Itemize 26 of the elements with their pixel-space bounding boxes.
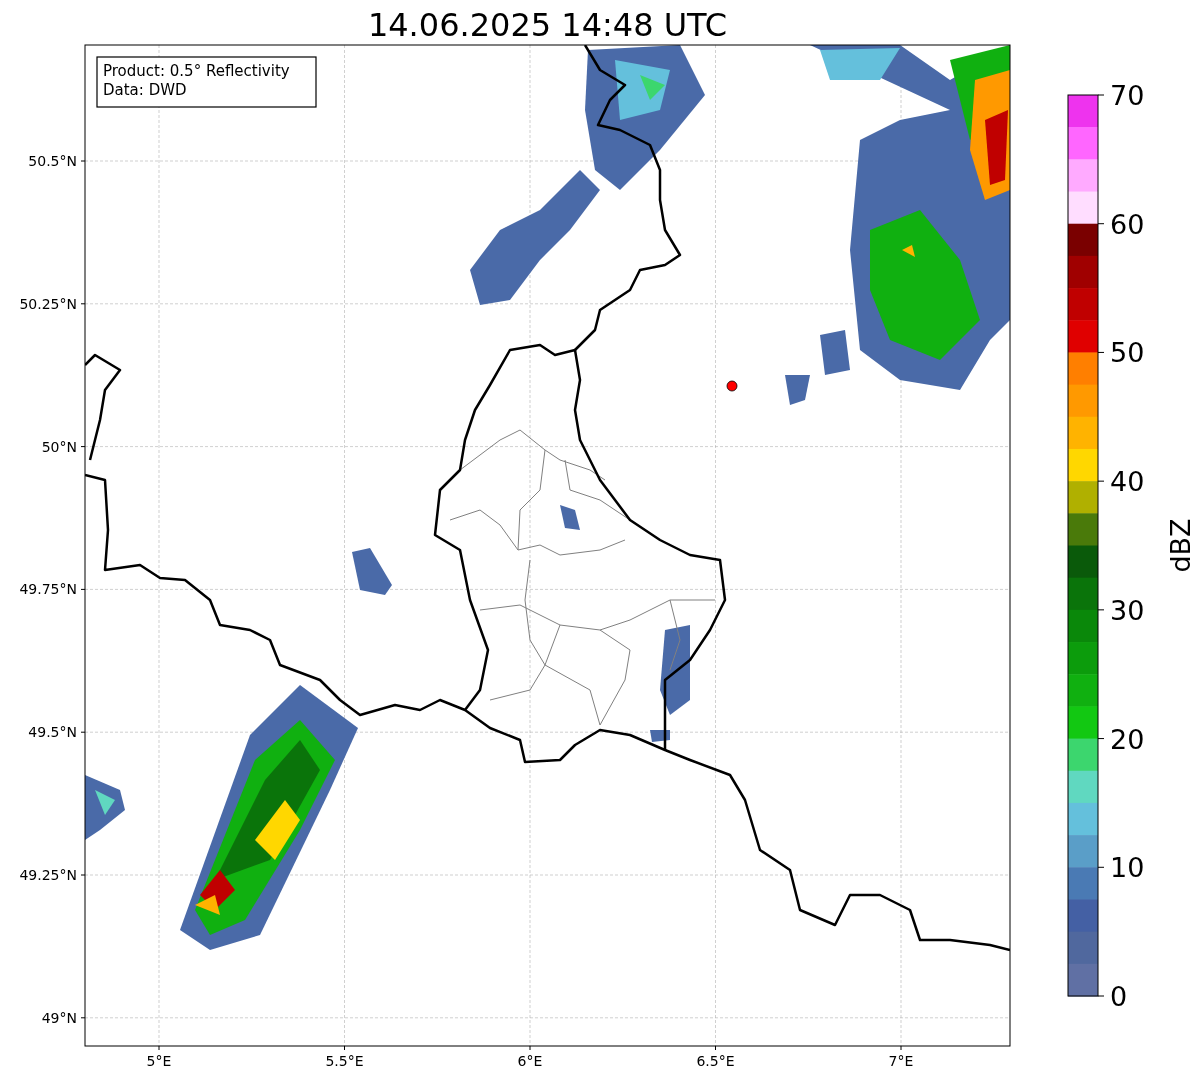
axis-tick-label: 49.5°N (28, 724, 77, 741)
axis-tick-label: 50.25°N (19, 295, 77, 312)
colorbar-tick-label: 60 (1110, 208, 1145, 240)
axis-tick-label: 6°E (517, 1053, 543, 1069)
axis-tick-label: 49°N (41, 1009, 77, 1026)
colorbar-tick-label: 10 (1110, 852, 1145, 884)
axis-tick-label: 5.5°E (325, 1053, 364, 1069)
axis-tick-label: 49.25°N (19, 867, 77, 883)
colorbar-tick-label: 30 (1110, 594, 1145, 626)
colorbar-tick-label: 70 (1110, 80, 1145, 111)
axis-tick-label: 50.5°N (28, 153, 77, 169)
colorbar-tick-label: 20 (1110, 723, 1145, 755)
axis-tick-label: 6.5°E (696, 1053, 735, 1069)
location-marker (726, 380, 738, 392)
axis-tick-label: 7°E (888, 1053, 914, 1069)
axis-tick-label: 5°E (146, 1053, 172, 1069)
colorbar-tick-label: 0 (1110, 981, 1128, 1012)
colorbar-tick-label: 40 (1110, 466, 1145, 498)
colorbar-label: dBZ (1165, 518, 1196, 573)
legend-text: Product: 0.5° Reflectivity (103, 62, 290, 80)
axis-tick-label: 49.75°N (19, 581, 77, 598)
radar-echo-drawing (85, 775, 125, 840)
chart-title: 14.06.2025 14:48 UTC (367, 6, 728, 44)
axis-tick-label: 50°N (41, 438, 77, 455)
legend-text: Data: DWD (103, 81, 187, 99)
colorbar-tick-label: 50 (1110, 337, 1145, 369)
